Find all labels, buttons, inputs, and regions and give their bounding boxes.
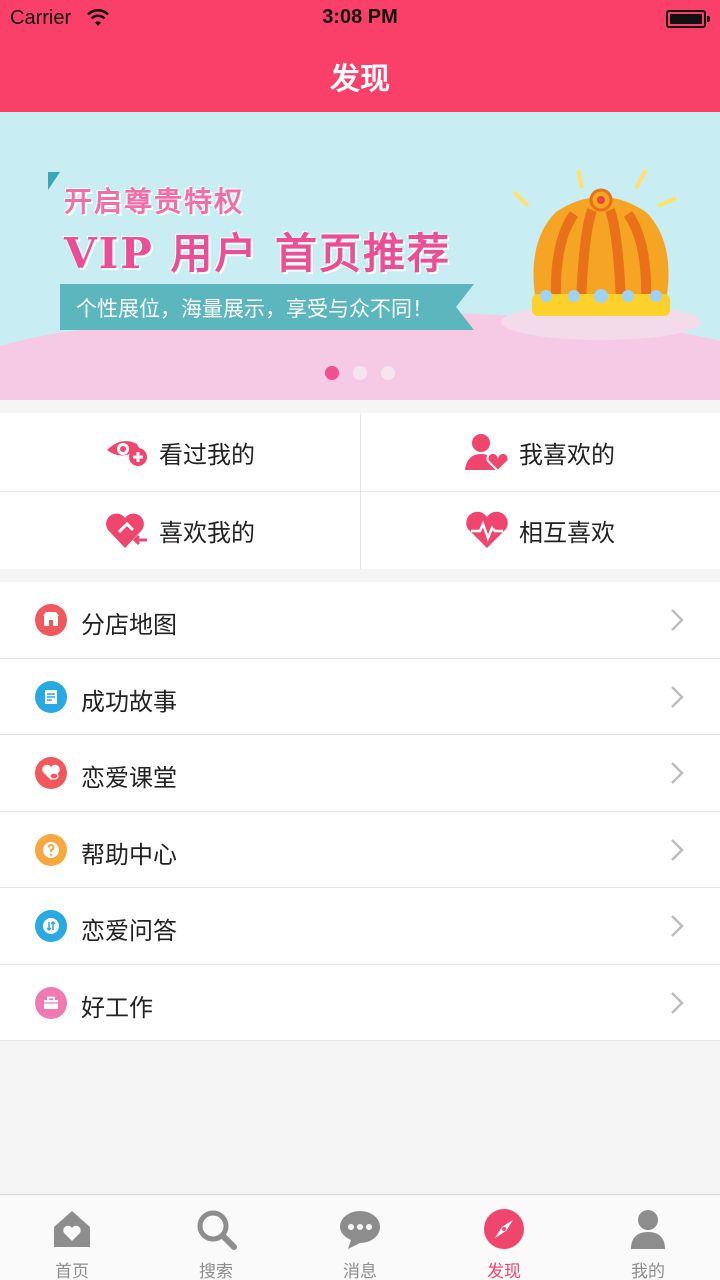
grid-item-viewed-me[interactable]: 看过我的: [0, 413, 360, 491]
list-item-label: 帮助中心: [81, 840, 177, 869]
list-item-label: 分店地图: [81, 611, 177, 639]
tab-label: 搜索: [199, 1262, 233, 1280]
grid-item-liked-me[interactable]: 喜欢我的: [0, 491, 360, 569]
chevron-right-icon: [671, 609, 684, 631]
list-item-label: 好工作: [81, 993, 153, 1022]
discover-menu-list: 分店地图 成功故事 恋爱课堂 帮助中心 恋爱问答 好工作: [0, 582, 720, 1041]
banner-subheadline: VIP 用户 首页推荐: [64, 229, 452, 278]
grid-divider: [0, 491, 720, 492]
status-bar: Carrier 3:08 PM: [0, 0, 720, 40]
tab-discover[interactable]: 发现: [432, 1195, 576, 1280]
chevron-right-icon: [671, 762, 684, 784]
banner-flag-decoration: [48, 172, 60, 190]
banner-ribbon-text: 个性展位，海量展示，享受与众不同！: [76, 297, 433, 321]
list-item-good-jobs[interactable]: 好工作: [0, 965, 720, 1041]
banner-ribbon: 个性展位，海量展示，享受与众不同！: [60, 284, 474, 330]
profile-icon: [631, 1210, 665, 1249]
list-item-label: 恋爱问答: [81, 917, 177, 945]
banner-headline: 开启尊贵特权: [64, 185, 245, 218]
list-item-help-center[interactable]: 帮助中心: [0, 812, 720, 888]
tab-label: 首页: [55, 1262, 89, 1280]
person-heart-icon: [465, 434, 509, 472]
page-dot[interactable]: [353, 366, 367, 380]
page-dot[interactable]: [325, 366, 339, 380]
tab-label: 我的: [631, 1262, 665, 1280]
heart-pulse-icon: [466, 511, 508, 548]
chevron-right-icon: [671, 838, 684, 861]
crown-icon: [501, 169, 701, 340]
home-icon: [54, 1211, 90, 1247]
grid-item-label: 我喜欢的: [519, 440, 615, 469]
list-item-love-class[interactable]: 恋爱课堂: [0, 735, 720, 812]
grid-item-mutual-like[interactable]: 相互喜欢: [360, 491, 720, 569]
page-dot[interactable]: [381, 366, 395, 380]
chevron-right-icon: [671, 991, 684, 1014]
heart-arrow-icon: [106, 513, 147, 548]
grid-item-label: 相互喜欢: [519, 518, 615, 547]
tab-label: 消息: [343, 1262, 377, 1280]
list-item-label: 恋爱课堂: [81, 764, 177, 792]
grid-item-i-liked[interactable]: 我喜欢的: [360, 413, 720, 491]
list-item-store-map[interactable]: 分店地图: [0, 582, 720, 659]
document-icon: [35, 680, 67, 713]
eye-plus-icon: [107, 441, 147, 466]
status-time: 3:08 PM: [322, 6, 398, 28]
heart-chat-icon: [35, 757, 67, 789]
list-item-label: 成功故事: [81, 687, 177, 716]
search-icon: [197, 1210, 237, 1250]
briefcase-icon: [35, 986, 67, 1019]
quick-actions-grid: 看过我的 我喜欢的 喜欢我的 相互喜欢: [0, 413, 720, 569]
banner-page-indicator[interactable]: [0, 366, 720, 380]
page-title: 发现: [330, 62, 390, 97]
grid-item-label: 喜欢我的: [159, 518, 255, 547]
message-icon: [340, 1211, 380, 1249]
qa-icon: [35, 910, 67, 942]
vip-banner[interactable]: 开启尊贵特权 VIP 用户 首页推荐 个性展位，海量展示，享受与众不同！: [0, 112, 720, 400]
list-item-love-qa[interactable]: 恋爱问答: [0, 888, 720, 965]
tab-profile[interactable]: 我的: [576, 1195, 720, 1280]
compass-icon: [484, 1209, 524, 1249]
store-icon: [35, 604, 67, 636]
battery-icon: [666, 10, 710, 28]
tab-bar: 首页 搜索 消息 发现 我的: [0, 1194, 720, 1280]
chevron-right-icon: [671, 915, 684, 937]
list-item-success-stories[interactable]: 成功故事: [0, 659, 720, 735]
tab-label: 发现: [487, 1262, 521, 1280]
tab-home[interactable]: 首页: [0, 1195, 144, 1280]
tab-messages[interactable]: 消息: [288, 1195, 432, 1280]
nav-bar: 发现: [0, 40, 720, 112]
question-icon: [35, 833, 67, 866]
grid-item-label: 看过我的: [159, 440, 255, 469]
chevron-right-icon: [671, 685, 684, 708]
tab-search[interactable]: 搜索: [144, 1195, 288, 1280]
